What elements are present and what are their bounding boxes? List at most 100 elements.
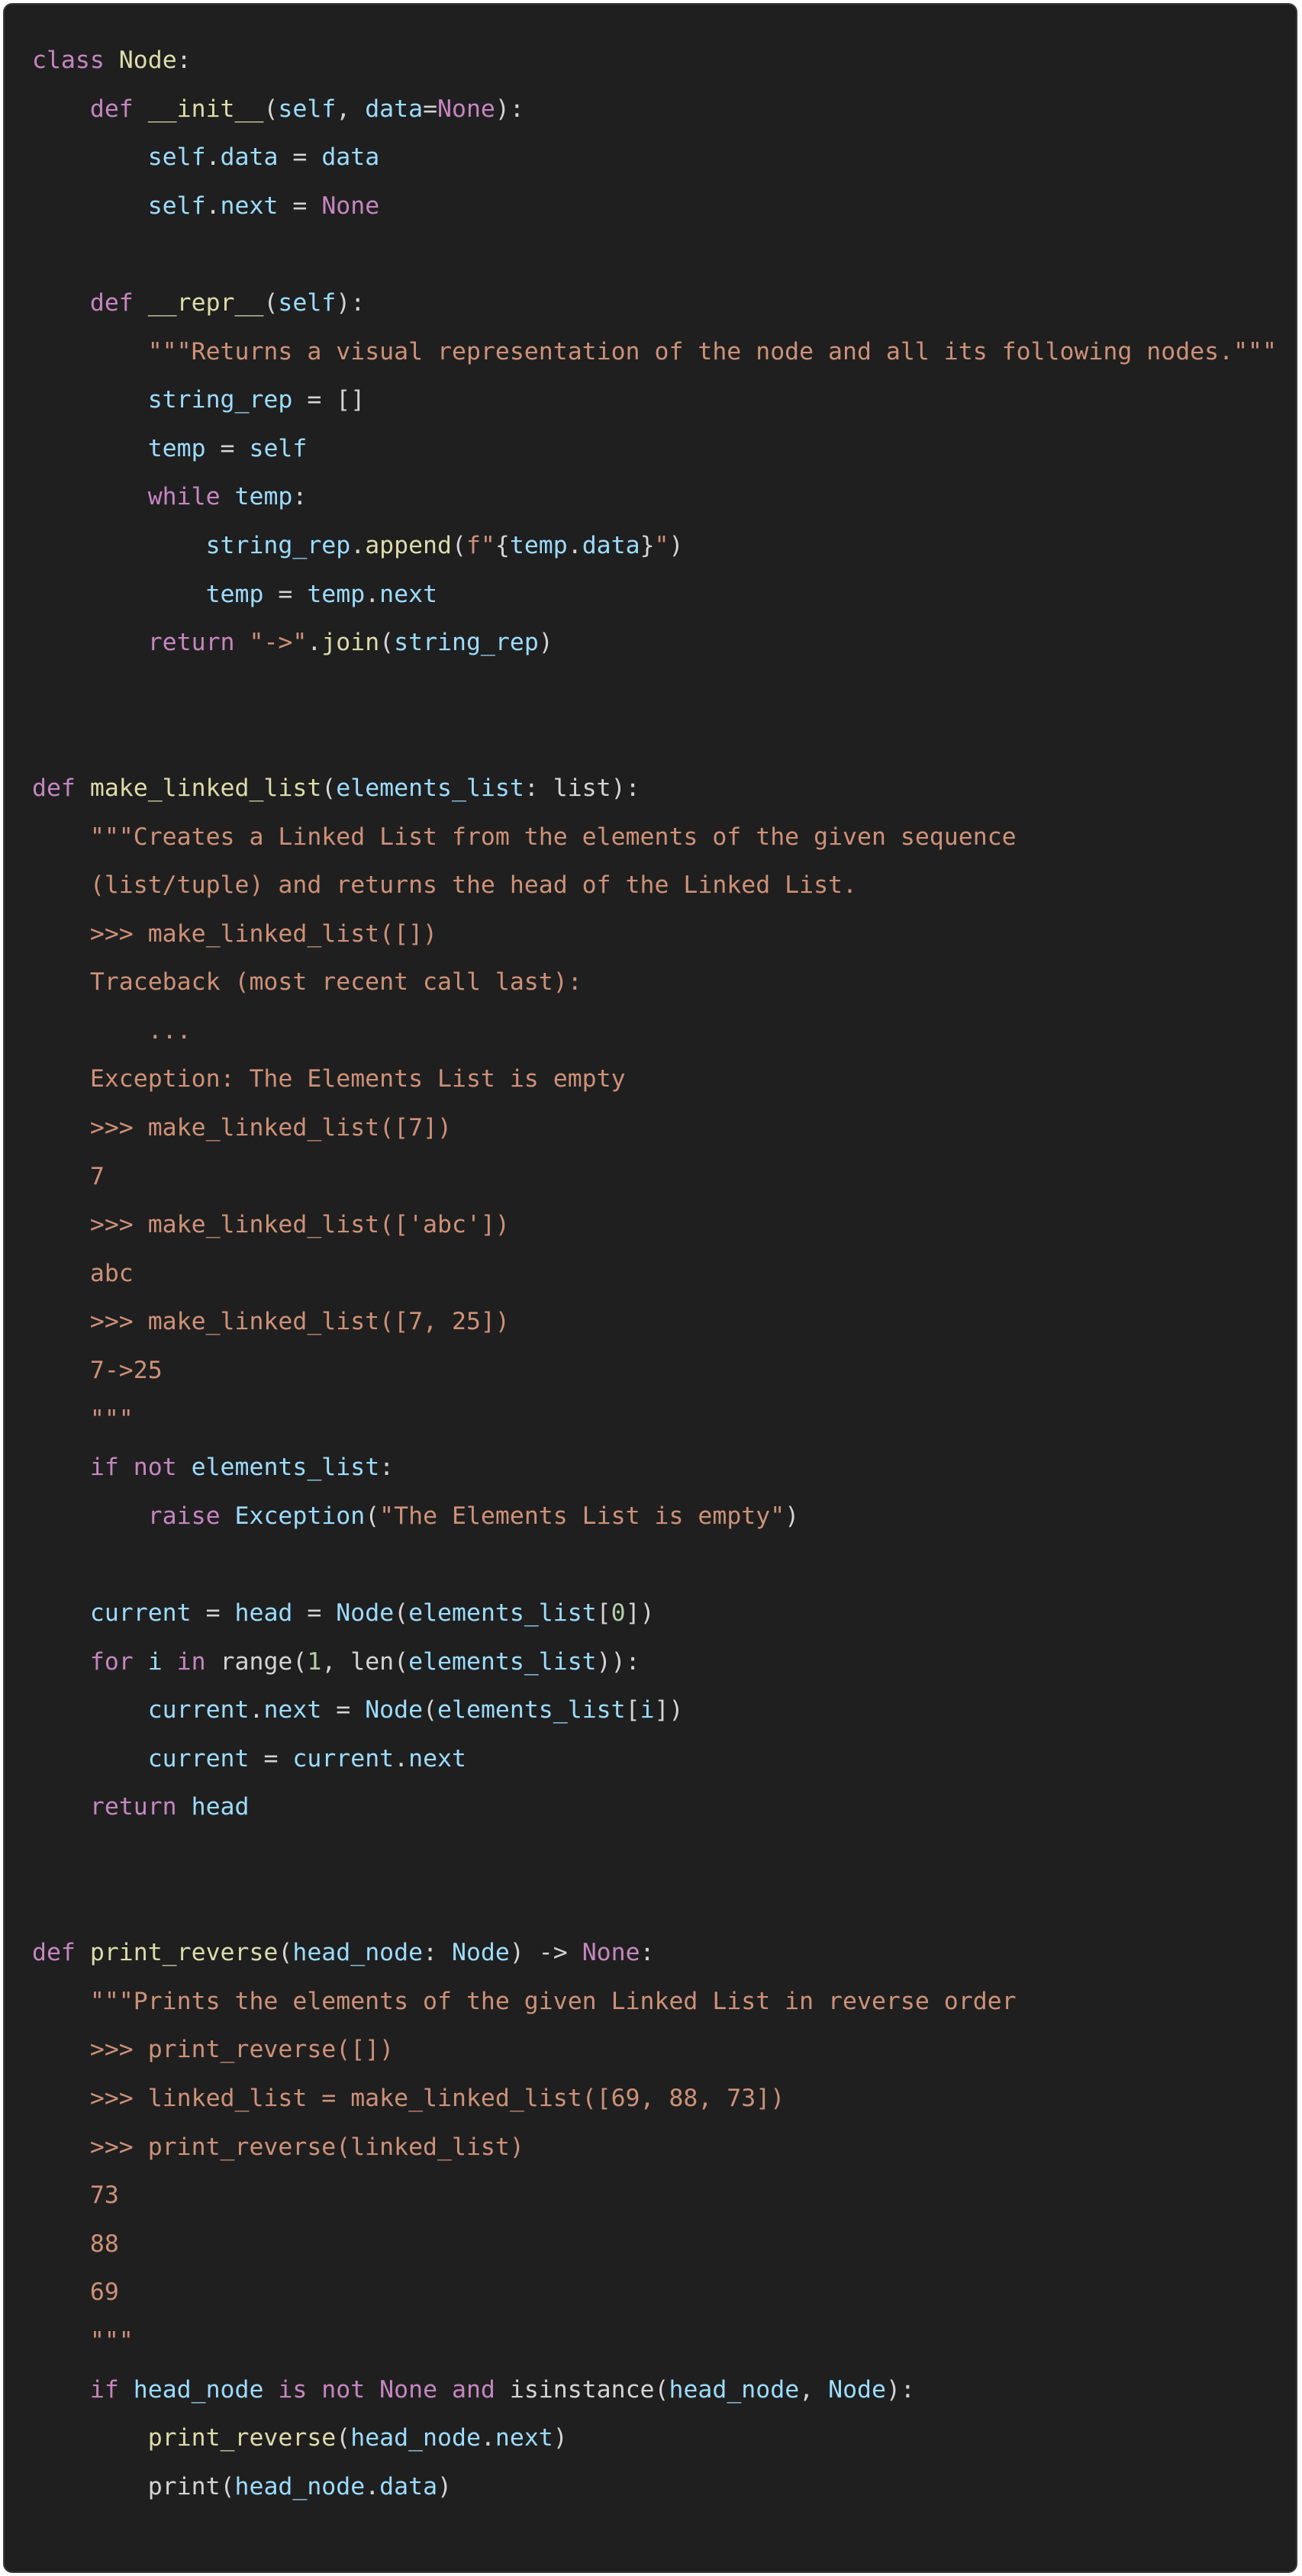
code-token: Exception (234, 1502, 366, 1530)
code-token: 69 (89, 2278, 119, 2307)
code-token: Node (828, 2375, 886, 2404)
code-token: next (220, 192, 279, 220)
code-token: return (147, 629, 250, 657)
code-token: isinstance( (509, 2375, 669, 2404)
code-token: ): (611, 774, 640, 802)
code-token: string_rep (394, 629, 539, 657)
code-token: self (249, 434, 308, 462)
code-token: ) (785, 1502, 800, 1530)
code-token: ( (263, 95, 279, 123)
code-line: """Creates a Linked List from the elemen… (32, 813, 1296, 862)
code-line: print(head_node.data) (32, 2463, 1296, 2512)
code-line: """ (32, 1396, 1296, 1444)
code-token: head_node (292, 1939, 424, 1967)
code-token: """Returns a visual representation of th… (147, 337, 1277, 365)
code-token: None (321, 192, 380, 220)
code-line: current = current.next (32, 1735, 1296, 1784)
code-token: print_reverse (147, 2424, 337, 2452)
code-token: None (379, 2375, 438, 2404)
code-token: elements_list (437, 1696, 626, 1724)
code-token: 0 (611, 1599, 626, 1627)
code-token: . (350, 531, 366, 559)
code-token: >>> print_reverse([]) (89, 2036, 395, 2064)
code-token: ( (423, 1696, 438, 1724)
code-line: ... (32, 1007, 1296, 1056)
code-token: ]) (625, 1599, 655, 1627)
code-token: >>> linked_list = make_linked_list([69, … (89, 2084, 785, 2112)
code-token: ): (336, 288, 366, 317)
code-token: : (292, 483, 308, 511)
code-token: join (321, 629, 380, 657)
code-token: ): (885, 2375, 915, 2404)
code-line: def print_reverse(head_node: Node) -> No… (32, 1929, 1296, 1978)
code-token: next (379, 580, 438, 608)
code-token: temp (205, 580, 264, 608)
code-token: "The Elements List is empty" (379, 1502, 785, 1530)
code-token: return (89, 1793, 192, 1821)
code-token: """ (89, 1405, 134, 1433)
code-token: data (321, 143, 380, 172)
code-token: ... (147, 1016, 192, 1045)
code-token: , len( (321, 1647, 409, 1676)
code-token: """Creates a Linked List from the elemen… (89, 823, 1017, 851)
code-token: range( (220, 1647, 308, 1676)
code-token: i (147, 1647, 163, 1676)
code-token: raise (147, 1502, 235, 1530)
code-line: >>> make_linked_list([]) (32, 910, 1296, 959)
code-token: ) (553, 2424, 568, 2452)
code-token: Exception: The Elements List is empty (89, 1065, 626, 1093)
code-token: . (480, 2424, 495, 2452)
code-token: next (495, 2424, 553, 2452)
code-token: ( (394, 1599, 409, 1627)
code-token: ( (365, 1502, 380, 1530)
code-token: = (423, 95, 438, 123)
code-token: current (147, 1696, 250, 1724)
code-token: . (567, 531, 582, 559)
code-token: . (205, 143, 221, 172)
code-line: >>> print_reverse([]) (32, 2026, 1296, 2075)
code-block[interactable]: class Node: def __init__(self, data=None… (32, 37, 1296, 2511)
code-token: ): (495, 95, 524, 123)
code-line: >>> print_reverse(linked_list) (32, 2124, 1296, 2172)
code-token: """ (89, 2326, 134, 2355)
code-token: "->" (249, 629, 308, 657)
code-token: ) (538, 629, 553, 657)
code-token: __repr__ (147, 288, 264, 317)
code-line: Exception: The Elements List is empty (32, 1055, 1296, 1104)
code-token: """Prints the elements of the given Link… (89, 1987, 1017, 2015)
code-token: data (379, 2472, 438, 2500)
code-token: = (263, 580, 308, 608)
code-token: : (176, 47, 192, 74)
code-token: while (147, 483, 235, 511)
code-token: head_node (669, 2375, 800, 2404)
code-token: __init__ (147, 95, 264, 123)
code-token: = (321, 1696, 366, 1724)
code-token: is not (263, 2375, 380, 2404)
code-editor-panel[interactable]: class Node: def __init__(self, data=None… (3, 3, 1297, 2573)
code-line: 69 (32, 2268, 1296, 2317)
code-token: def (32, 774, 90, 802)
code-token: ( (452, 531, 466, 559)
code-line: def __repr__(self): (32, 279, 1296, 328)
code-token: " (654, 531, 669, 559)
code-token: for (89, 1647, 148, 1676)
code-token: . (307, 629, 322, 657)
code-token: : (640, 1939, 655, 1967)
code-token: >>> make_linked_list(['abc']) (89, 1211, 510, 1239)
code-token: = [] (292, 386, 366, 414)
